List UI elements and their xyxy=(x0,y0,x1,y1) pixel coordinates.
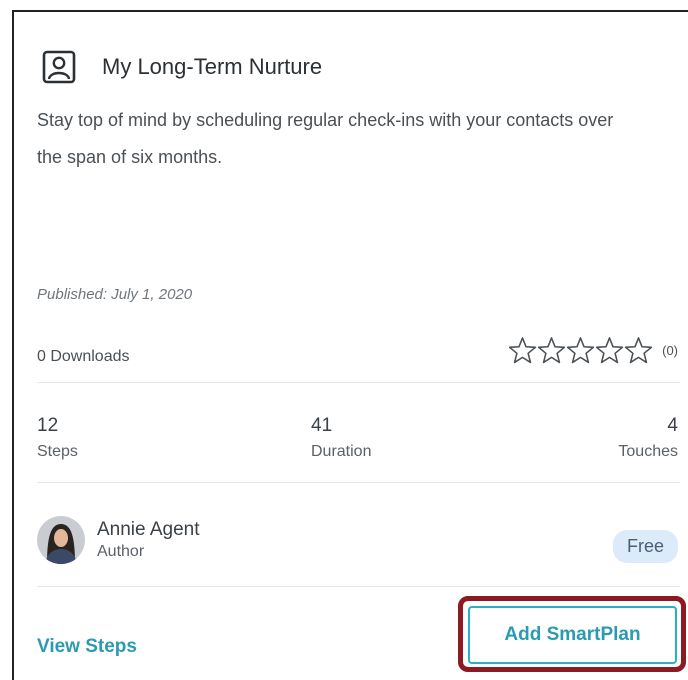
published-date: Published: July 1, 2020 xyxy=(37,286,193,303)
star-icon[interactable] xyxy=(623,335,654,366)
star-icon[interactable] xyxy=(507,335,538,366)
star-icon[interactable] xyxy=(565,335,596,366)
add-smartplan-button[interactable]: Add SmartPlan xyxy=(468,606,677,664)
stat-steps-value: 12 xyxy=(37,415,59,436)
plan-title: My Long-Term Nurture xyxy=(102,54,323,79)
downloads-count: 0 Downloads xyxy=(37,348,130,365)
star-icon[interactable] xyxy=(536,335,567,366)
stat-duration-value: 41 xyxy=(311,415,333,436)
avatar xyxy=(37,516,85,564)
stat-steps: 12 Steps xyxy=(37,415,78,461)
stat-touches: 4 Touches xyxy=(618,415,678,461)
stat-touches-value: 4 xyxy=(667,415,678,436)
plan-description: Stay top of mind by scheduling regular c… xyxy=(37,110,614,167)
stat-steps-label: Steps xyxy=(37,443,78,460)
stat-duration-label: Duration xyxy=(311,443,372,460)
view-steps-link[interactable]: View Steps xyxy=(37,636,137,658)
smartplan-card: My Long-Term Nurture Stay top of mind by… xyxy=(12,10,688,680)
star-icon[interactable] xyxy=(594,335,625,366)
author-name: Annie Agent xyxy=(97,519,200,540)
card-header: My Long-Term Nurture xyxy=(42,50,322,84)
contact-card-icon xyxy=(42,50,76,84)
author-role: Author xyxy=(97,543,145,560)
divider xyxy=(37,482,680,483)
rating-stars[interactable] xyxy=(507,335,654,366)
rating-count: (0) xyxy=(662,343,678,358)
rating[interactable]: (0) xyxy=(507,335,678,366)
author-text: Annie Agent Author xyxy=(97,519,199,561)
divider xyxy=(37,586,680,587)
stat-duration: 41 Duration xyxy=(311,415,371,461)
divider xyxy=(37,382,680,383)
stat-touches-label: Touches xyxy=(618,443,678,460)
author-info: Annie Agent Author xyxy=(37,516,199,564)
price-badge: Free xyxy=(612,530,678,563)
